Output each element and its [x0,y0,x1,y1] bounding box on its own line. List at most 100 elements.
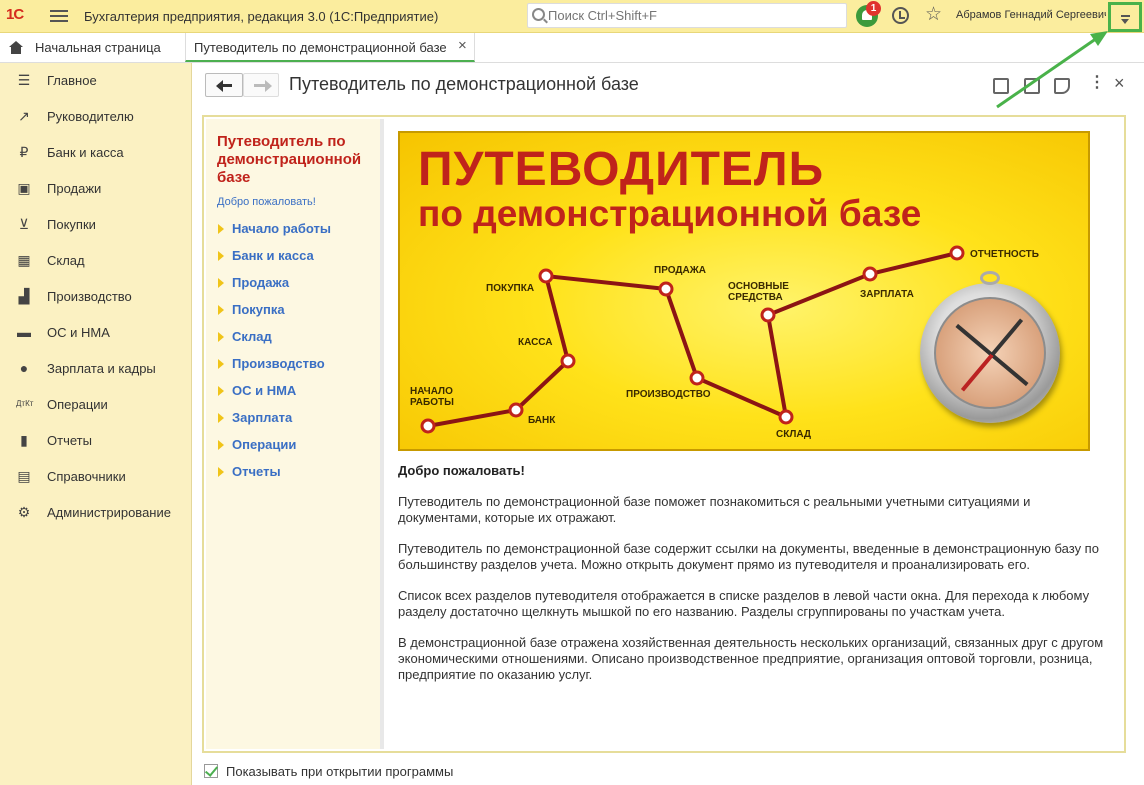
section-label: Банк и касса [232,248,314,263]
stop-production-label: Производство [626,389,711,400]
triangle-icon [218,332,224,342]
stop-warehouse-label: Склад [776,429,812,440]
sidebar-item-bank[interactable]: ₽ Банк и касса [0,135,192,171]
banner-title: ПУТЕВОДИТЕЛЬ [418,143,825,196]
sidebar-item-purchases[interactable]: ⊻ Покупки [0,207,192,243]
sidebar-item-operations[interactable]: ДтКт Операции [0,387,192,423]
sidebar-item-label: Склад [47,253,85,268]
triangle-icon [218,251,224,261]
stop-bank-label: Банк [528,415,556,426]
gear-icon: ⚙ [17,504,31,520]
welcome-link[interactable]: Добро пожаловать! [217,196,316,208]
sidebar-item-assets[interactable]: ▬ ОС и НМА [0,315,192,351]
sidebar-item-administration[interactable]: ⚙ Администрирование [0,495,192,531]
stop-purchase-label: Покупка [486,283,535,294]
close-tab-icon[interactable]: × [458,37,467,54]
sidebar-item-salary[interactable]: ● Зарплата и кадры [0,351,192,387]
top-bar: 1С Бухгалтерия предприятия, редакция 3.0… [0,0,1144,33]
section-label: Зарплата [232,410,293,425]
sidebar-item-label: Справочники [47,469,126,484]
person-icon: ● [19,360,29,376]
stop-kassa-label: Касса [518,337,553,348]
truck-icon: ▬ [17,324,31,340]
trend-icon: ↗ [18,108,30,124]
sidebar-item-label: Главное [47,73,97,88]
welcome-heading: Добро пожаловать! [398,463,525,478]
tab-home[interactable]: Начальная страница [0,33,182,62]
back-button[interactable] [205,73,243,97]
compass-icon [920,271,1060,423]
search-icon [532,8,545,21]
sidebar-item-manager[interactable]: ↗ Руководителю [0,99,192,135]
triangle-icon [218,413,224,423]
favorites-star-icon[interactable]: ☆ [925,4,942,26]
app-title: Бухгалтерия предприятия, редакция 3.0 (1… [84,9,439,24]
book-icon: ▤ [17,468,31,484]
stop-reporting-label: Отчетность [970,249,1039,260]
banner-subtitle: по демонстрационной базе [418,193,922,234]
preview-icon[interactable] [1054,78,1070,94]
search-box[interactable] [527,3,847,28]
guide-frame: Путеводитель по демонстрационной базе До… [202,115,1126,753]
sidebar-item-label: ОС и НМА [47,325,110,340]
show-on-startup-label: Показывать при открытии программы [226,764,454,779]
tab-bar: Начальная страница Путеводитель по демон… [0,33,1144,63]
section-label: Продажа [232,275,290,290]
sidebar-item-label: Руководителю [47,109,134,124]
sidebar-item-label: Зарплата и кадры [47,361,156,376]
dt-kt-icon: ДтКт [16,399,34,408]
sidebar-item-warehouse[interactable]: ▦ Склад [0,243,192,279]
triangle-icon [218,224,224,234]
form-title: Путеводитель по демонстрационной базе [289,74,639,94]
user-name[interactable]: Абрамов Геннадий Сергеевич [956,9,1106,21]
sidebar: ☰ Главное ↗ Руководителю ₽ Банк и касса ▣ Пр… [0,63,192,785]
sidebar-item-sales[interactable]: ▣ Продажи [0,171,192,207]
app-logo: 1С [6,6,24,23]
guide-text: Добро пожаловать! Путеводитель по демонс… [398,463,1114,698]
save-icon[interactable] [993,78,1009,94]
main-menu-button[interactable] [50,7,68,25]
factory-icon: ▟ [18,288,30,304]
sidebar-item-label: Администрирование [47,505,171,520]
section-label: Склад [232,329,272,344]
stop-start-label: Начало работы [410,386,454,408]
settings-dropdown-icon [1121,15,1130,17]
triangle-icon [218,467,224,477]
section-label: ОС и НМА [232,383,297,398]
search-input[interactable] [548,6,838,25]
sidebar-item-main[interactable]: ☰ Главное [0,63,192,99]
paragraph: В демонстрационной базе отражена хозяйст… [398,635,1104,682]
paragraph: Путеводитель по демонстрационной базе со… [398,541,1099,572]
section-label: Отчеты [232,464,281,479]
tab-guide[interactable]: Путеводитель по демонстрационной базе × [185,33,475,62]
checkbox-checked-icon[interactable] [204,764,218,778]
paragraph: Список всех разделов путеводителя отобра… [398,588,1090,619]
bar-chart-icon: ▮ [20,432,28,448]
more-options-icon[interactable]: ⋮ [1089,75,1105,91]
guide-section-list: Путеводитель по демонстрационной базе До… [206,119,384,749]
forward-button[interactable] [243,73,279,97]
stop-salary-label: Зарплата [860,289,914,300]
stop-sale-label: Продажа [654,265,706,276]
triangle-icon [218,440,224,450]
cart-icon: ⊻ [18,216,30,232]
ruble-icon: ₽ [19,144,29,160]
guide-banner-image: ПУТЕВОДИТЕЛЬ по демонстрационной базе На… [398,131,1090,451]
settings-menu-button[interactable] [1108,2,1142,32]
stop-assets-label: Основные средства [728,281,789,303]
print-icon[interactable] [1024,78,1040,94]
sidebar-item-label: Банк и касса [47,145,124,160]
tab-guide-label: Путеводитель по демонстрационной базе [194,40,447,55]
triangle-icon [218,386,224,396]
tab-home-label: Начальная страница [35,40,161,55]
section-label: Покупка [232,302,285,317]
close-form-icon[interactable]: × [1114,73,1125,94]
sidebar-item-reports[interactable]: ▮ Отчеты [0,423,192,459]
sidebar-item-production[interactable]: ▟ Производство [0,279,192,315]
history-icon[interactable] [892,7,909,24]
triangle-icon [218,305,224,315]
sidebar-item-label: Покупки [47,217,96,232]
sidebar-item-label: Продажи [47,181,102,196]
sidebar-item-catalogs[interactable]: ▤ Справочники [0,459,192,495]
list-icon: ☰ [17,72,31,88]
